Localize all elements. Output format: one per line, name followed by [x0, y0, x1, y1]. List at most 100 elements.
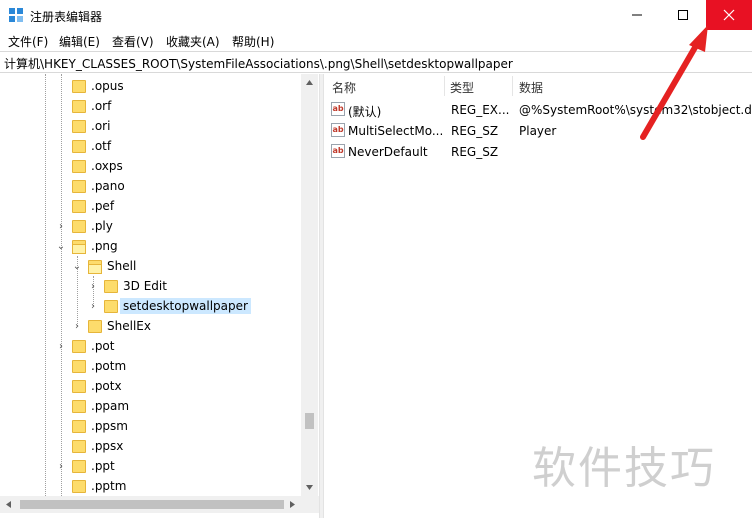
- folder-open-icon: [72, 239, 86, 254]
- tree-horizontal-scrollbar[interactable]: [0, 496, 319, 513]
- tree-item-pot[interactable]: › .pot: [56, 336, 114, 356]
- watermark-text: 软件技巧: [532, 443, 716, 494]
- string-value-icon: ab: [331, 102, 345, 116]
- folder-icon: [72, 359, 86, 373]
- folder-icon: [72, 79, 86, 93]
- tree-item-shell[interactable]: ⌄ Shell: [72, 256, 136, 276]
- folder-icon: [72, 479, 86, 493]
- column-separator[interactable]: [512, 76, 513, 96]
- maximize-icon: [678, 10, 688, 20]
- tree-item-ppsx[interactable]: .ppsx: [72, 436, 123, 456]
- menu-favorites[interactable]: 收藏夹(A): [166, 33, 220, 50]
- minimize-icon: [632, 14, 642, 16]
- tree-item-setdesktopwallpaper[interactable]: › setdesktopwallpaper: [88, 296, 251, 316]
- folder-icon: [72, 99, 86, 113]
- tree-guide-line: [45, 74, 46, 496]
- chevron-down-icon[interactable]: ⌄: [56, 241, 66, 252]
- menu-view[interactable]: 查看(V): [112, 33, 154, 50]
- tree-item-otf[interactable]: .otf: [72, 136, 111, 156]
- folder-icon: [72, 459, 86, 473]
- chevron-right-icon[interactable]: ›: [88, 301, 98, 312]
- address-path[interactable]: 计算机\HKEY_CLASSES_ROOT\SystemFileAssociat…: [4, 55, 513, 72]
- menu-bar: 文件(F) 编辑(E) 查看(V) 收藏夹(A) 帮助(H): [0, 30, 752, 51]
- tree-item-ppt[interactable]: › .ppt: [56, 456, 115, 476]
- tree-item-orf[interactable]: .orf: [72, 96, 111, 116]
- chevron-right-icon[interactable]: ›: [56, 341, 66, 352]
- folder-icon: [72, 439, 86, 453]
- tree-item-ply[interactable]: › .ply: [56, 216, 113, 236]
- tree-guide-line: [61, 74, 62, 496]
- chevron-right-icon[interactable]: ›: [56, 461, 66, 472]
- menu-file[interactable]: 文件(F): [8, 33, 48, 50]
- tree-vertical-scrollbar[interactable]: [301, 74, 318, 496]
- folder-open-icon: [88, 259, 102, 274]
- column-data[interactable]: 数据: [519, 79, 543, 96]
- menu-edit[interactable]: 编辑(E): [59, 33, 100, 50]
- registry-tree[interactable]: .opus .orf .ori .otf .oxps .pano .pef ›.…: [0, 74, 319, 496]
- title-bar: 注册表编辑器: [0, 0, 752, 30]
- value-type: REG_SZ: [451, 145, 499, 159]
- scrollbar-track: [6, 500, 295, 509]
- scroll-down-arrow-icon[interactable]: [306, 485, 313, 490]
- folder-icon: [72, 139, 86, 153]
- value-type: REG_SZ: [451, 124, 499, 138]
- string-value-icon: ab: [331, 144, 345, 158]
- string-value-icon: ab: [331, 123, 345, 137]
- value-name: NeverDefault: [348, 145, 428, 159]
- tree-item-shellex[interactable]: › ShellEx: [72, 316, 151, 336]
- minimize-button[interactable]: [614, 0, 660, 30]
- value-data: Player: [519, 124, 557, 138]
- window-title: 注册表编辑器: [30, 10, 103, 24]
- menu-help[interactable]: 帮助(H): [232, 33, 274, 50]
- scroll-right-arrow-icon[interactable]: [290, 501, 295, 508]
- folder-icon: [72, 119, 86, 133]
- tree-item-ori[interactable]: .ori: [72, 116, 110, 136]
- column-separator[interactable]: [444, 76, 445, 96]
- chevron-down-icon[interactable]: ⌄: [72, 261, 82, 272]
- folder-icon: [72, 159, 86, 173]
- tree-item-png[interactable]: ⌄ .png: [56, 236, 118, 256]
- value-data: @%SystemRoot%\system32\stobject.dll: [519, 103, 752, 117]
- regedit-app-icon: [9, 8, 23, 22]
- folder-icon: [72, 419, 86, 433]
- column-name[interactable]: 名称: [332, 79, 356, 96]
- scroll-up-arrow-icon[interactable]: [306, 80, 313, 85]
- tree-item-3d-edit[interactable]: › 3D Edit: [88, 276, 167, 296]
- tree-item-pef[interactable]: .pef: [72, 196, 114, 216]
- scroll-thumb[interactable]: [305, 413, 314, 429]
- tree-item-potm[interactable]: .potm: [72, 356, 126, 376]
- value-row-default[interactable]: ab (默认) REG_EX... @%SystemRoot%\system32…: [324, 99, 752, 120]
- folder-icon: [104, 279, 118, 293]
- tree-item-ppsm[interactable]: .ppsm: [72, 416, 128, 436]
- maximize-button[interactable]: [660, 0, 706, 30]
- tree-item-pptm[interactable]: .pptm: [72, 476, 126, 496]
- folder-icon: [72, 199, 86, 213]
- tree-item-ppam[interactable]: .ppam: [72, 396, 129, 416]
- value-name: (默认): [348, 105, 382, 119]
- folder-icon: [88, 319, 102, 333]
- chevron-right-icon[interactable]: ›: [72, 321, 82, 332]
- folder-icon: [104, 299, 118, 313]
- close-button[interactable]: [706, 0, 752, 30]
- folder-icon: [72, 339, 86, 353]
- tree-item-pano[interactable]: .pano: [72, 176, 125, 196]
- close-icon: [723, 9, 735, 21]
- column-type[interactable]: 类型: [450, 79, 474, 96]
- scroll-thumb[interactable]: [20, 500, 284, 509]
- scrollbar-track: [305, 80, 314, 490]
- folder-icon: [72, 219, 86, 233]
- list-header: 名称 类型 数据: [324, 74, 752, 98]
- folder-icon: [72, 379, 86, 393]
- address-bar[interactable]: 计算机\HKEY_CLASSES_ROOT\SystemFileAssociat…: [0, 51, 752, 73]
- chevron-right-icon[interactable]: ›: [88, 281, 98, 292]
- tree-item-opus[interactable]: .opus: [72, 76, 124, 96]
- folder-icon: [72, 399, 86, 413]
- value-row-neverdefault[interactable]: ab NeverDefault REG_SZ: [324, 141, 752, 162]
- tree-item-potx[interactable]: .potx: [72, 376, 122, 396]
- chevron-right-icon[interactable]: ›: [56, 221, 66, 232]
- value-row-multiselectmodel[interactable]: ab MultiSelectMo... REG_SZ Player: [324, 120, 752, 141]
- value-type: REG_EX...: [451, 103, 510, 117]
- folder-icon: [72, 179, 86, 193]
- scroll-left-arrow-icon[interactable]: [6, 501, 11, 508]
- tree-item-oxps[interactable]: .oxps: [72, 156, 123, 176]
